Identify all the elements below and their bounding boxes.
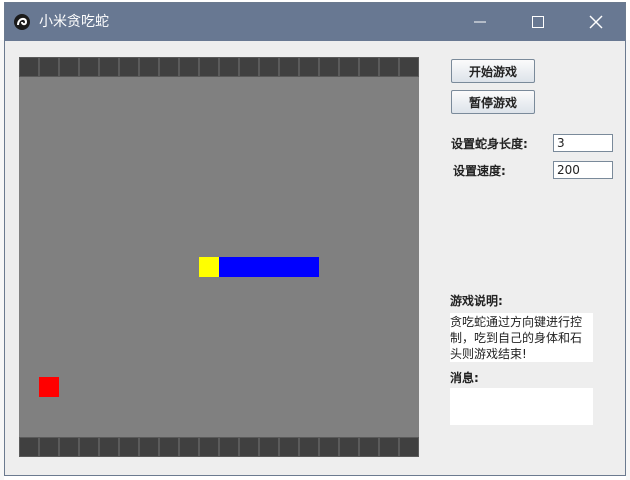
maximize-button[interactable]	[509, 3, 567, 41]
wall-block	[99, 57, 119, 77]
wall-block	[339, 437, 359, 457]
wall-block	[339, 57, 359, 77]
wall-block	[39, 437, 59, 457]
title-bar[interactable]: 小米贪吃蛇	[5, 3, 625, 41]
minimize-icon	[474, 21, 486, 23]
wall-block	[139, 437, 159, 457]
wall-block	[59, 437, 79, 457]
wall-block	[219, 57, 239, 77]
wall-block	[279, 57, 299, 77]
wall-block	[399, 57, 419, 77]
wall-block	[359, 57, 379, 77]
wall-block	[259, 437, 279, 457]
wall-block	[79, 57, 99, 77]
maximize-icon	[532, 16, 544, 28]
window-title: 小米贪吃蛇	[39, 14, 109, 30]
close-icon	[589, 15, 603, 29]
wall-block	[119, 57, 139, 77]
food	[39, 377, 59, 397]
close-button[interactable]	[567, 3, 625, 41]
snake-head	[199, 257, 219, 277]
pause-game-button[interactable]: 暂停游戏	[451, 90, 535, 114]
wall-block	[359, 437, 379, 457]
wall-block	[399, 437, 419, 457]
wall-block	[79, 437, 99, 457]
start-game-button[interactable]: 开始游戏	[451, 59, 535, 83]
snake-body-segment	[299, 257, 319, 277]
wall-block	[379, 437, 399, 457]
wall-block	[319, 437, 339, 457]
speed-input[interactable]: 200	[553, 161, 613, 179]
wall-block	[299, 437, 319, 457]
wall-block	[319, 57, 339, 77]
snake-length-label: 设置蛇身长度:	[451, 137, 528, 151]
background-window-edge-right	[626, 40, 630, 480]
wall-block	[279, 437, 299, 457]
snake-body-segment	[279, 257, 299, 277]
message-label: 消息:	[450, 371, 479, 385]
snake-body-segment	[239, 257, 259, 277]
wall-block	[239, 57, 259, 77]
wall-block	[159, 57, 179, 77]
wall-block	[219, 437, 239, 457]
wall-block	[179, 437, 199, 457]
wall-block	[179, 57, 199, 77]
wall-block	[199, 437, 219, 457]
wall-block	[59, 57, 79, 77]
wall-block	[239, 437, 259, 457]
snake-length-input[interactable]: 3	[553, 134, 613, 152]
wall-block	[99, 437, 119, 457]
instructions-label: 游戏说明:	[450, 294, 503, 308]
game-board[interactable]	[19, 57, 419, 457]
wall-block	[159, 437, 179, 457]
app-logo-icon	[14, 14, 30, 30]
game-window: 小米贪吃蛇 开始游戏 暂停游戏 设置蛇身长度: 3 设置速度: 200 游戏说明…	[4, 2, 626, 476]
snake-body-segment	[219, 257, 239, 277]
wall-block	[379, 57, 399, 77]
wall-block	[299, 57, 319, 77]
wall-block	[139, 57, 159, 77]
minimize-button[interactable]	[451, 3, 509, 41]
speed-label: 设置速度:	[453, 164, 506, 178]
wall-block	[19, 57, 39, 77]
snake-body-segment	[259, 257, 279, 277]
instructions-text: 贪吃蛇通过方向键进行控制，吃到自己的身体和石头则游戏结束!	[450, 313, 593, 362]
wall-block	[119, 437, 139, 457]
wall-block	[39, 57, 59, 77]
message-area	[450, 388, 593, 425]
wall-block	[199, 57, 219, 77]
wall-block	[259, 57, 279, 77]
wall-block	[19, 437, 39, 457]
